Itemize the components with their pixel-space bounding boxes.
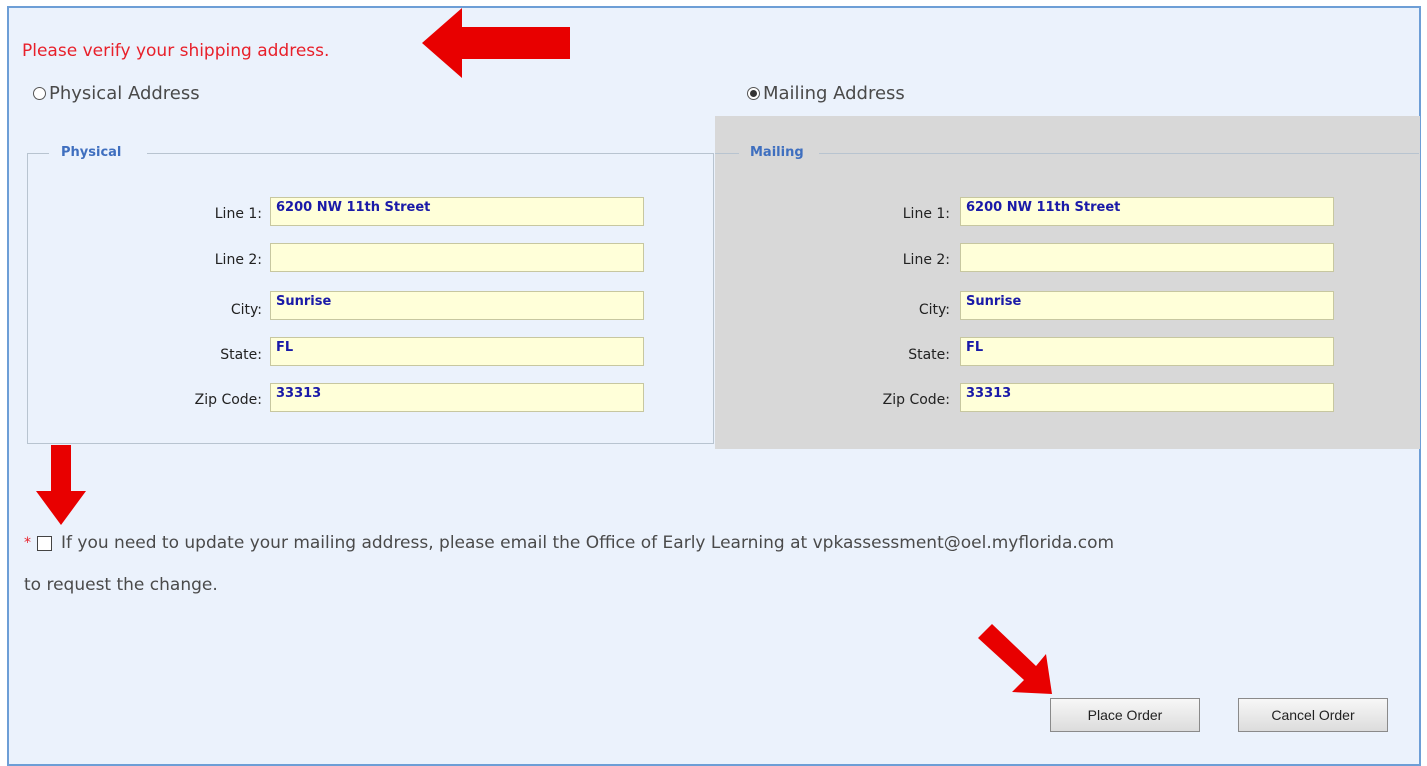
physical-address-label: Physical Address [49,83,200,104]
radio-checked-icon[interactable] [747,87,760,100]
mailing-legend: Mailing [750,145,804,160]
fieldset-border [147,153,714,154]
physical-state-label: State: [220,347,262,363]
arrow-down-right-icon [978,624,1052,694]
mailing-change-note: * If you need to update your mailing add… [24,533,1114,553]
mailing-city-input[interactable]: Sunrise [960,291,1334,320]
mailing-zip-input[interactable]: 33313 [960,383,1334,412]
arrow-down-icon [36,445,86,525]
physical-line2-label: Line 2: [214,252,262,268]
mailing-line1-input[interactable]: 6200 NW 11th Street [960,197,1334,226]
mailing-address-radio[interactable]: Mailing Address [747,83,905,104]
mailing-zip-label: Zip Code: [882,392,950,408]
fieldset-border [819,153,1419,154]
verify-address-message: Please verify your shipping address. [22,41,330,61]
page: Please verify your shipping address. Phy… [0,0,1427,766]
physical-city-input[interactable]: Sunrise [270,291,644,320]
acknowledge-checkbox[interactable] [37,535,52,551]
required-marker: * [24,535,31,551]
arrow-left-icon [422,8,570,78]
note-text-line2: to request the change. [24,575,218,595]
mailing-line1-label: Line 1: [902,206,950,222]
physical-state-input[interactable]: FL [270,337,644,366]
physical-line1-input[interactable]: 6200 NW 11th Street [270,197,644,226]
cancel-order-button[interactable]: Cancel Order [1238,698,1388,732]
physical-zip-label: Zip Code: [194,392,262,408]
fieldset-border [27,153,49,154]
fieldset-border [715,153,739,154]
mailing-address-label: Mailing Address [763,83,905,104]
mailing-state-label: State: [908,347,950,363]
physical-line1-label: Line 1: [214,206,262,222]
mailing-state-input[interactable]: FL [960,337,1334,366]
mailing-line2-label: Line 2: [902,252,950,268]
note-text-line1: If you need to update your mailing addre… [61,533,1115,553]
physical-address-radio[interactable]: Physical Address [33,83,200,104]
radio-unchecked-icon[interactable] [33,87,46,100]
physical-city-label: City: [230,302,262,318]
physical-line2-input[interactable] [270,243,644,272]
physical-zip-input[interactable]: 33313 [270,383,644,412]
physical-legend: Physical [61,145,122,160]
mailing-city-label: City: [918,302,950,318]
place-order-button[interactable]: Place Order [1050,698,1200,732]
mailing-line2-input[interactable] [960,243,1334,272]
